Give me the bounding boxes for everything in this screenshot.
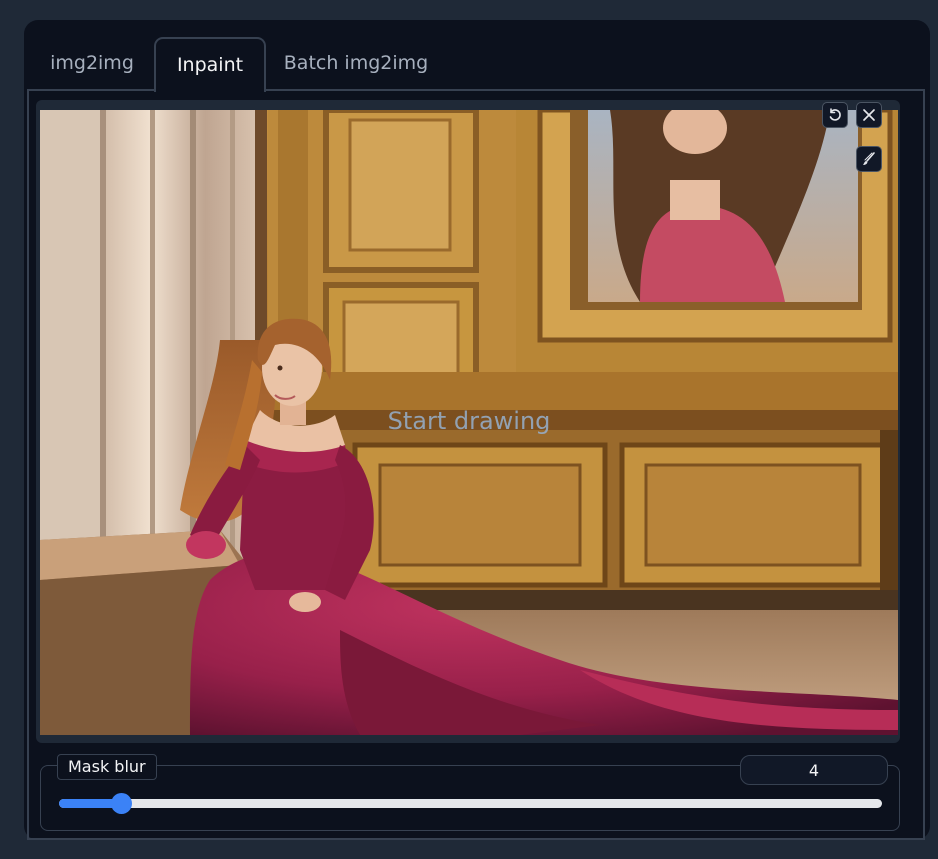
tab-inpaint[interactable]: Inpaint <box>154 37 266 92</box>
mask-blur-number-input[interactable]: 4 <box>740 755 888 785</box>
close-icon <box>863 109 875 121</box>
tab-img2img[interactable]: img2img <box>32 37 152 90</box>
undo-icon <box>829 108 841 121</box>
tab-bar: img2img Inpaint Batch img2img <box>24 37 930 92</box>
mask-blur-slider-thumb[interactable] <box>111 793 132 814</box>
inpaint-image-editor: Start drawing <box>36 100 900 743</box>
mask-blur-control: Mask blur 4 <box>40 754 900 831</box>
brush-icon <box>863 152 875 165</box>
tab-batch-img2img[interactable]: Batch img2img <box>272 37 440 90</box>
inpaint-canvas[interactable]: Start drawing <box>40 110 898 735</box>
clear-button[interactable] <box>856 102 882 128</box>
mask-blur-label: Mask blur <box>57 754 157 780</box>
mask-blur-slider[interactable] <box>59 793 882 814</box>
source-image <box>40 110 898 735</box>
undo-button[interactable] <box>822 102 848 128</box>
img2img-panel: img2img Inpaint Batch img2img Start draw… <box>24 20 930 840</box>
brush-button[interactable] <box>856 146 882 172</box>
